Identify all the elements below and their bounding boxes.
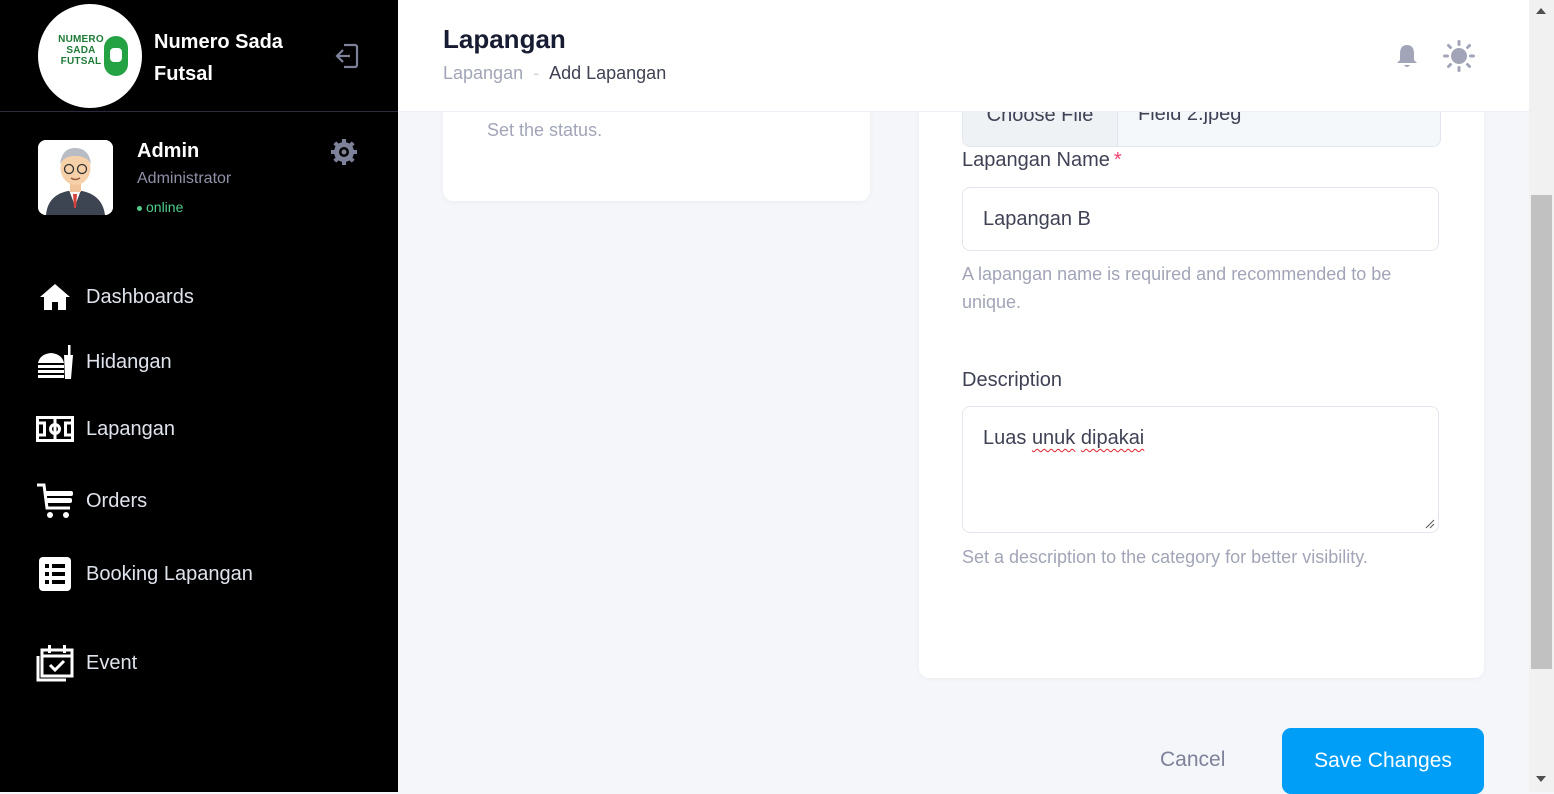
resize-handle-icon[interactable] (1425, 519, 1435, 529)
sidebar-item-label: Hidangan (86, 350, 172, 373)
field-icon (36, 410, 74, 448)
online-status-label: online (146, 199, 184, 215)
sidebar-item-lapangan[interactable]: Lapangan (36, 409, 175, 449)
page-scrollbar[interactable] (1529, 0, 1554, 792)
breadcrumb: Lapangan - Add Lapangan (443, 63, 666, 84)
sidebar-item-hidangan[interactable]: Hidangan (36, 342, 172, 382)
scroll-down-arrow-icon[interactable] (1536, 776, 1546, 782)
misspelled-word: unuk (1031, 427, 1076, 449)
scrollbar-thumb[interactable] (1531, 195, 1552, 669)
calendar-check-icon (36, 644, 74, 682)
sidebar-item-label: Event (86, 651, 138, 674)
list-icon (36, 555, 74, 593)
online-dot-icon (137, 205, 142, 211)
sidebar-item-label: Orders (86, 489, 148, 512)
gear-icon[interactable] (330, 138, 358, 166)
save-changes-button[interactable]: Save Changes (1282, 728, 1484, 794)
page-title: Lapangan (443, 24, 566, 54)
cancel-button[interactable]: Cancel (1160, 748, 1225, 772)
sidebar-item-event[interactable]: Event (36, 643, 137, 683)
breadcrumb-separator: - (533, 63, 540, 83)
status-help-text: Set the status. (487, 120, 603, 140)
home-icon (36, 278, 74, 316)
general-card: Choose File Field 2.jpeg Lapangan Name * … (919, 60, 1484, 678)
online-status: online (137, 199, 183, 215)
brand-name: Numero Sada Futsal (154, 31, 283, 85)
collapse-sidebar-icon[interactable] (334, 42, 360, 70)
sidebar: NUMERO SADA FUTSAL Numero Sada Futsal Ad… (0, 0, 398, 792)
brand-logo[interactable]: NUMERO SADA FUTSAL (38, 4, 142, 108)
sun-icon[interactable] (1443, 40, 1475, 72)
page-header: Lapangan Lapangan - Add Lapangan (398, 0, 1529, 112)
misspelled-word: dipakai (1080, 427, 1145, 449)
description-label: Description (962, 369, 1063, 391)
lapangan-name-input[interactable] (962, 187, 1439, 251)
sidebar-item-label: Lapangan (86, 417, 175, 440)
lapangan-name-help: A lapangan name is required and recommen… (962, 264, 1392, 312)
logo-text: NUMERO SADA FUTSAL (58, 34, 104, 67)
description-help: Set a description to the category for be… (962, 547, 1368, 567)
sidebar-item-booking-lapangan[interactable]: Booking Lapangan (36, 554, 253, 594)
description-textarea[interactable]: Luas unuk dipakai (962, 406, 1439, 533)
sidebar-item-dashboards[interactable]: Dashboards (36, 277, 194, 317)
required-marker: * (1113, 149, 1122, 171)
food-icon (36, 343, 74, 381)
breadcrumb-current: Add Lapangan (549, 63, 667, 83)
avatar[interactable] (38, 140, 113, 215)
bell-icon[interactable] (1395, 43, 1419, 69)
soccer-ball-icon (104, 36, 128, 76)
sidebar-item-label: Dashboards (86, 285, 194, 308)
lapangan-name-label-text: Lapangan Name (962, 149, 1110, 171)
description-text: Luas (983, 427, 1027, 449)
breadcrumb-parent[interactable]: Lapangan (443, 63, 523, 83)
scroll-up-arrow-icon[interactable] (1536, 8, 1546, 14)
lapangan-name-label: Lapangan Name * (962, 149, 1122, 172)
cart-icon (36, 482, 74, 520)
sidebar-item-orders[interactable]: Orders (36, 481, 147, 521)
user-role: Administrator (137, 170, 232, 187)
user-name: Admin (137, 140, 200, 162)
sidebar-item-label: Booking Lapangan (86, 562, 253, 585)
brand-header: NUMERO SADA FUTSAL Numero Sada Futsal (0, 0, 398, 112)
